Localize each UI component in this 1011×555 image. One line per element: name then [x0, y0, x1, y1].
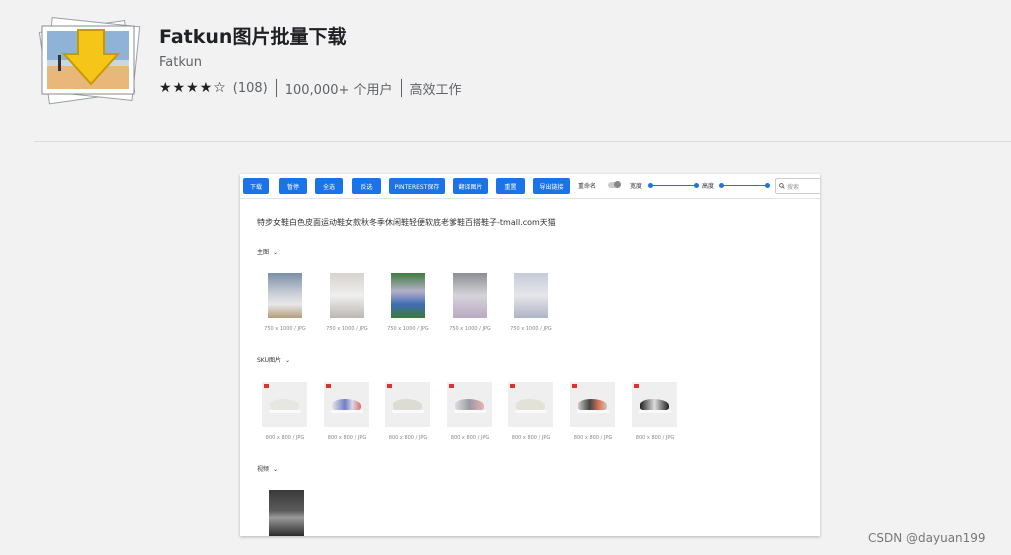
- rename-label: 重命名: [578, 183, 597, 190]
- brand-logo: [387, 384, 392, 388]
- chevron-down-icon: ⌄: [284, 357, 291, 364]
- height-slider-handle[interactable]: [765, 183, 770, 188]
- toolbar: 下载 暂停 全选 反选 PINTEREST保存 翻译图片 重置 导出链接 重命名…: [240, 174, 820, 199]
- width-slider[interactable]: [650, 185, 696, 186]
- sku-image-thumbnail[interactable]: [447, 382, 492, 427]
- image-caption: 750 x 1000 / JPG: [264, 326, 306, 332]
- height-slider[interactable]: [721, 185, 767, 186]
- section-label: SKU图片: [257, 357, 281, 364]
- chevron-down-icon: ⌄: [273, 466, 279, 473]
- watermark: CSDN @dayuan199: [868, 531, 986, 545]
- image-caption: 800 x 800 / JPG: [450, 435, 490, 441]
- image-caption: 750 x 1000 / JPG: [326, 326, 368, 332]
- image-caption: 750 x 1000 / JPG: [449, 326, 491, 332]
- image-caption: 800 x 800 / JPG: [511, 435, 551, 441]
- user-count: 100,000+ 个用户: [284, 82, 393, 98]
- select-all-button[interactable]: 全选: [315, 178, 343, 194]
- rating-count[interactable]: (108): [233, 81, 268, 96]
- category-link[interactable]: 高效工作: [410, 79, 462, 98]
- main-image-thumbnail[interactable]: [268, 273, 302, 318]
- brand-logo: [572, 384, 577, 388]
- shoe-sole: [331, 410, 363, 413]
- brand-logo: [634, 384, 639, 388]
- brand-logo: [449, 384, 454, 388]
- extension-icon: [38, 17, 141, 105]
- width-slider-handle[interactable]: [648, 183, 653, 188]
- section-header-sku[interactable]: SKU图片 ⌄: [257, 355, 290, 364]
- reset-button[interactable]: 重置: [496, 178, 525, 194]
- brand-logo: [510, 384, 515, 388]
- search-input[interactable]: 搜索: [775, 178, 820, 194]
- image-caption: 800 x 800 / JPG: [327, 435, 367, 441]
- image-caption: 750 x 1000 / JPG: [387, 326, 429, 332]
- shoe-sole: [269, 410, 301, 413]
- rename-toggle-knob[interactable]: [614, 181, 621, 188]
- width-label: 宽度: [630, 183, 643, 190]
- screenshot-preview[interactable]: 下载 暂停 全选 反选 PINTEREST保存 翻译图片 重置 导出链接 重命名…: [240, 174, 820, 536]
- image-caption: 800 x 800 / JPG: [635, 435, 675, 441]
- extension-title: Fatkun图片批量下载: [159, 26, 347, 48]
- brand-logo: [326, 384, 331, 388]
- image-caption: 800 x 800 / JPG: [265, 435, 305, 441]
- sku-image-thumbnail[interactable]: [385, 382, 430, 427]
- image-caption: 800 x 800 / JPG: [388, 435, 428, 441]
- width-slider-handle[interactable]: [694, 183, 699, 188]
- image-caption: 750 x 1000 / JPG: [510, 326, 552, 332]
- main-image-thumbnail[interactable]: [391, 273, 425, 318]
- extension-meta: ★★★★☆ (108) 100,000+ 个用户 高效工作: [159, 79, 462, 98]
- sku-image-thumbnail[interactable]: [632, 382, 677, 427]
- sku-image-thumbnail[interactable]: [324, 382, 369, 427]
- sku-image-thumbnail[interactable]: [570, 382, 615, 427]
- separator: [275, 79, 277, 97]
- invert-selection-button[interactable]: 反选: [352, 178, 381, 194]
- translate-image-button[interactable]: 翻译图片: [453, 178, 488, 194]
- pinterest-save-button[interactable]: PINTEREST保存: [389, 178, 445, 194]
- sku-image-thumbnail[interactable]: [262, 382, 307, 427]
- download-button[interactable]: 下载: [243, 178, 269, 194]
- main-image-thumbnail[interactable]: [514, 273, 548, 318]
- section-label: 视频: [257, 466, 270, 473]
- shoe-sole: [392, 410, 424, 413]
- export-links-button[interactable]: 导出链接: [533, 178, 570, 194]
- section-header-video[interactable]: 视频 ⌄: [257, 464, 278, 473]
- main-image-thumbnail[interactable]: [330, 273, 364, 318]
- search-placeholder: 搜索: [787, 183, 800, 191]
- search-icon: [779, 183, 785, 189]
- shoe-sole: [515, 410, 547, 413]
- height-label: 高度: [702, 183, 715, 190]
- section-header-main[interactable]: 主图 ⌄: [257, 247, 278, 256]
- shoe-sole: [454, 410, 486, 413]
- main-image-thumbnail[interactable]: [453, 273, 487, 318]
- height-slider-handle[interactable]: [719, 183, 724, 188]
- shoe-sole: [639, 410, 671, 413]
- pause-button[interactable]: 暂停: [279, 178, 307, 194]
- image-caption: 800 x 800 / JPG: [573, 435, 613, 441]
- extension-header: Fatkun图片批量下载 Fatkun ★★★★☆ (108) 100,000+…: [0, 0, 1011, 142]
- separator: [400, 79, 402, 97]
- video-thumbnail[interactable]: [269, 490, 304, 536]
- divider: [34, 141, 1011, 142]
- chevron-down-icon: ⌄: [273, 249, 279, 256]
- page-title: 特步女鞋白色皮面运动鞋女款秋冬季休闲鞋轻便软底老爹鞋百搭鞋子-tmall.com…: [257, 218, 556, 227]
- section-label: 主图: [257, 249, 270, 256]
- extension-author[interactable]: Fatkun: [159, 55, 202, 70]
- shoe-sole: [577, 410, 609, 413]
- rating-stars: ★★★★☆: [159, 80, 227, 96]
- brand-logo: [264, 384, 269, 388]
- sku-image-thumbnail[interactable]: [508, 382, 553, 427]
